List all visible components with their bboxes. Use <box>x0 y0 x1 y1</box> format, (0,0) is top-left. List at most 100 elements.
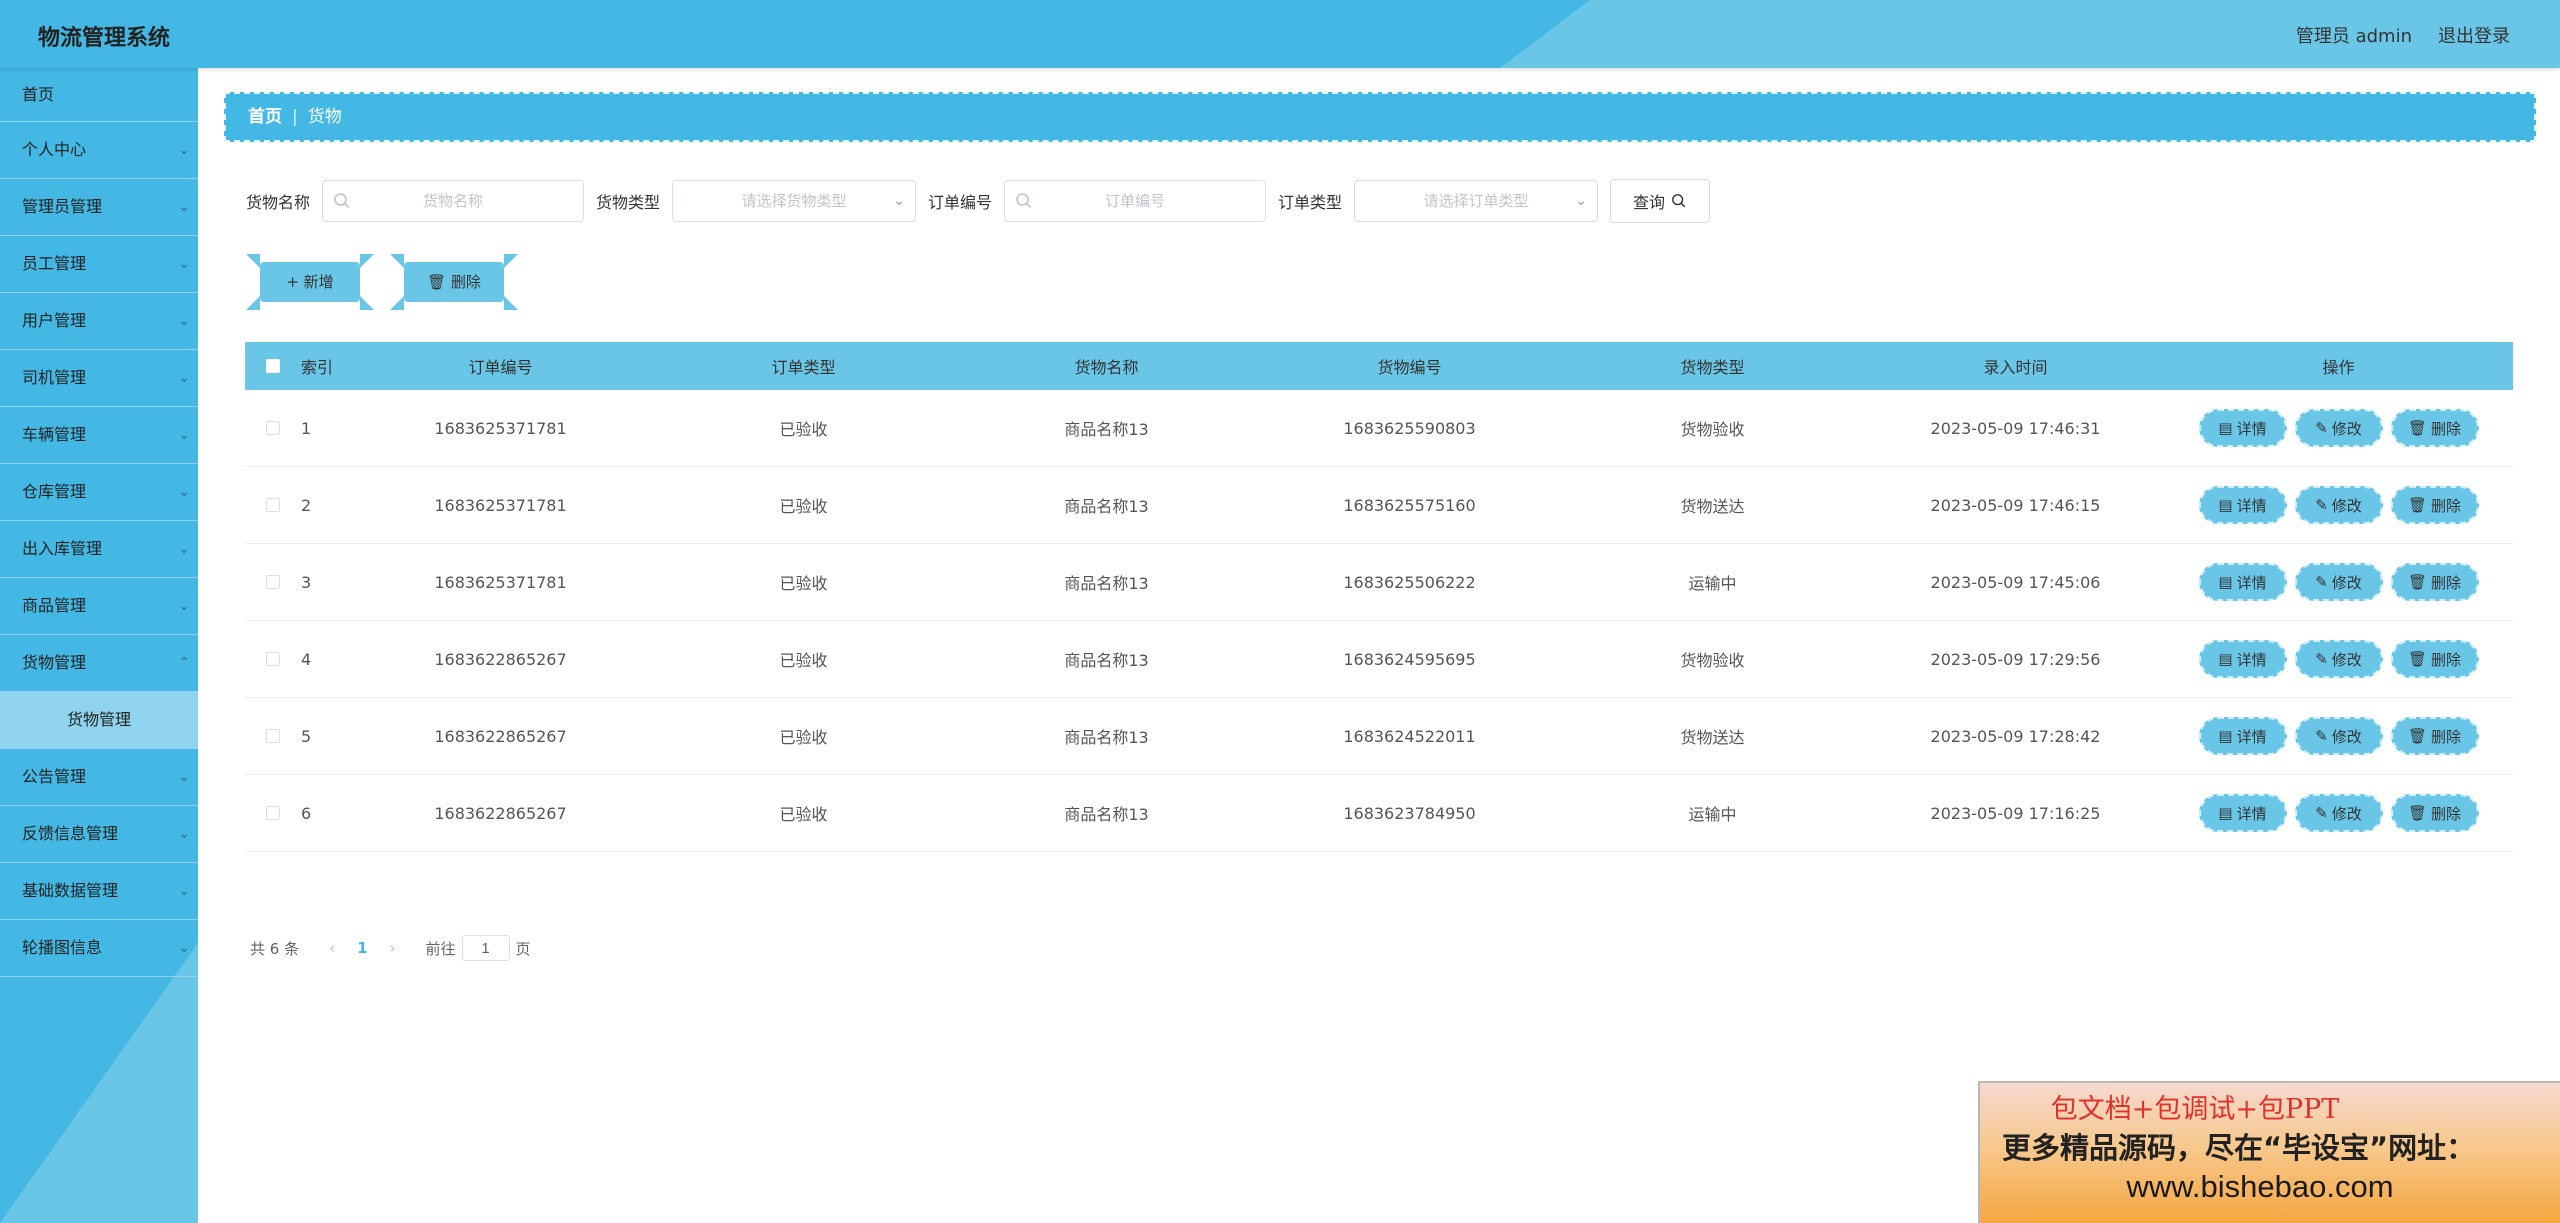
detail-button[interactable]: ▤ 详情 <box>2198 717 2287 755</box>
sidebar-item-driver-management[interactable]: 司机管理 ⌄ <box>0 350 198 407</box>
order-no-input[interactable] <box>1005 181 1266 221</box>
row-checkbox-cell <box>245 729 301 743</box>
edit-button[interactable]: ✎ 修改 <box>2294 563 2383 601</box>
goods-type-select[interactable]: 请选择货物类型 ⌄ <box>672 180 917 222</box>
sidebar-item-user-management[interactable]: 用户管理 ⌄ <box>0 293 198 350</box>
detail-button[interactable]: ▤ 详情 <box>2198 409 2287 447</box>
edit-button[interactable]: ✎ 修改 <box>2294 794 2383 832</box>
table-cell: 1683625371781 <box>434 572 567 592</box>
row-delete-button[interactable]: 🗑 删除 <box>2390 794 2479 832</box>
order-type-select[interactable]: 请选择订单类型 ⌄ <box>1354 180 1599 222</box>
trash-icon: 🗑 <box>2407 573 2428 591</box>
table-cell: 1683623784950 <box>1343 803 1476 823</box>
row-actions: ▤ 详情 ✎ 修改 🗑 删除 <box>2167 409 2510 447</box>
row-checkbox[interactable] <box>266 806 280 820</box>
promo-line-2: 更多精品源码，尽在“毕设宝”网址： <box>2002 1131 2476 1165</box>
table-cell: 2023-05-09 17:46:15 <box>1930 495 2101 515</box>
row-delete-button[interactable]: 🗑 删除 <box>2390 486 2479 524</box>
logout-button[interactable]: 退出登录 <box>2438 22 2510 48</box>
button-corner-decoration <box>504 254 518 268</box>
goods-name-field[interactable] <box>322 180 585 222</box>
edit-button[interactable]: ✎ 修改 <box>2294 486 2383 524</box>
row-checkbox[interactable] <box>266 421 280 435</box>
detail-button-label: 详情 <box>2236 419 2267 438</box>
sidebar-subitem-goods-management[interactable]: 货物管理 <box>0 692 198 749</box>
goods-name-input[interactable] <box>323 181 584 221</box>
edit-button[interactable]: ✎ 修改 <box>2294 717 2383 755</box>
row-delete-button[interactable]: 🗑 删除 <box>2390 409 2479 447</box>
sidebar-item-carousel-info[interactable]: 轮播图信息 ⌄ <box>0 920 198 977</box>
table-cell: 运输中 <box>1688 574 1737 593</box>
table-cell: 商品名称13 <box>1064 728 1149 747</box>
edit-button-label: 修改 <box>2331 804 2362 823</box>
page-jump-input[interactable] <box>461 935 510 961</box>
table-cell: 1 <box>301 418 312 438</box>
query-button[interactable]: 查询 <box>1610 179 1711 223</box>
table-row: 5 1683622865267 已验收 商品名称13 1683624522011 货物送达… <box>245 698 2513 775</box>
row-checkbox[interactable] <box>266 652 280 666</box>
row-delete-button-label: 删除 <box>2431 804 2462 823</box>
detail-button[interactable]: ▤ 详情 <box>2198 640 2287 678</box>
detail-button-label: 详情 <box>2236 496 2267 515</box>
sidebar-item-staff-management[interactable]: 员工管理 ⌄ <box>0 236 198 293</box>
select-all-checkbox[interactable] <box>266 359 280 373</box>
row-checkbox[interactable] <box>266 729 280 743</box>
table-cell: 已验收 <box>779 420 828 439</box>
detail-button[interactable]: ▤ 详情 <box>2198 563 2287 601</box>
column-header: 订单类型 <box>771 358 836 377</box>
edit-icon: ✎ <box>2315 573 2328 591</box>
delete-button[interactable]: 🗑 删除 <box>390 254 518 310</box>
table-cell: 1683622865267 <box>434 649 567 669</box>
sidebar-item-goods-management[interactable]: 货物管理 ⌃ <box>0 635 198 692</box>
trash-icon: 🗑 <box>2407 650 2428 668</box>
sidebar-item-warehouse-management[interactable]: 仓库管理 ⌄ <box>0 464 198 521</box>
row-delete-button[interactable]: 🗑 删除 <box>2390 717 2479 755</box>
document-icon: ▤ <box>2218 804 2233 822</box>
detail-button[interactable]: ▤ 详情 <box>2198 486 2287 524</box>
sidebar-item-product-management[interactable]: 商品管理 ⌄ <box>0 578 198 635</box>
delete-button-label: 删除 <box>450 273 481 291</box>
chevron-right-icon[interactable]: › <box>390 939 396 957</box>
row-checkbox[interactable] <box>266 575 280 589</box>
add-button[interactable]: + 新增 <box>246 254 374 310</box>
sidebar-item-inout-management[interactable]: 出入库管理 ⌄ <box>0 521 198 578</box>
row-delete-button[interactable]: 🗑 删除 <box>2390 563 2479 601</box>
chevron-left-icon[interactable]: ‹ <box>329 939 335 957</box>
row-actions: ▤ 详情 ✎ 修改 🗑 删除 <box>2167 794 2510 832</box>
edit-button[interactable]: ✎ 修改 <box>2294 640 2383 678</box>
detail-button[interactable]: ▤ 详情 <box>2198 794 2287 832</box>
sidebar-item-label: 用户管理 <box>22 311 87 330</box>
table-cell: 货物验收 <box>1680 420 1745 439</box>
trash-icon: 🗑 <box>2407 496 2428 514</box>
sidebar-item-home[interactable]: 首页 <box>0 68 198 122</box>
table-cell: 货物送达 <box>1680 728 1745 747</box>
row-delete-button[interactable]: 🗑 删除 <box>2390 640 2479 678</box>
sidebar-item-notice-management[interactable]: 公告管理 ⌄ <box>0 749 198 806</box>
sidebar-item-vehicle-management[interactable]: 车辆管理 ⌄ <box>0 407 198 464</box>
edit-icon: ✎ <box>2315 650 2328 668</box>
sidebar-item-personal-center[interactable]: 个人中心 ⌄ <box>0 122 198 179</box>
detail-button-label: 详情 <box>2236 804 2267 823</box>
pagination-goto-label: 前往 <box>425 939 456 958</box>
page-number[interactable]: 1 <box>357 939 367 957</box>
chevron-down-icon: ⌄ <box>178 313 190 329</box>
edit-icon: ✎ <box>2315 419 2328 437</box>
breadcrumb-home[interactable]: 首页 <box>248 107 282 127</box>
order-no-field[interactable] <box>1004 180 1267 222</box>
column-header: 录入时间 <box>1983 358 2048 377</box>
sidebar-item-basic-data-management[interactable]: 基础数据管理 ⌄ <box>0 863 198 920</box>
chevron-down-icon: ⌄ <box>178 199 190 215</box>
sidebar-item-label: 首页 <box>22 85 55 104</box>
row-delete-button-label: 删除 <box>2431 496 2462 515</box>
table-row: 1 1683625371781 已验收 商品名称13 1683625590803 货物验收… <box>245 390 2513 467</box>
sidebar-item-admin-management[interactable]: 管理员管理 ⌄ <box>0 179 198 236</box>
edit-button[interactable]: ✎ 修改 <box>2294 409 2383 447</box>
current-user: 管理员 admin <box>2295 26 2412 47</box>
main-content: 首页 | 货物 货物名称 货物类型 请选择货物类型 ⌄ 订单编号 订单类型 请选择订… <box>198 68 2560 1223</box>
chevron-down-icon: ⌄ <box>178 769 190 785</box>
promo-banner: 包文档+包调试+包PPT 更多精品源码，尽在“毕设宝”网址： www.bishe… <box>1978 1081 2560 1223</box>
row-checkbox[interactable] <box>266 498 280 512</box>
document-icon: ▤ <box>2218 573 2233 591</box>
sidebar-item-feedback-management[interactable]: 反馈信息管理 ⌄ <box>0 806 198 863</box>
table-cell: 3 <box>301 572 312 592</box>
